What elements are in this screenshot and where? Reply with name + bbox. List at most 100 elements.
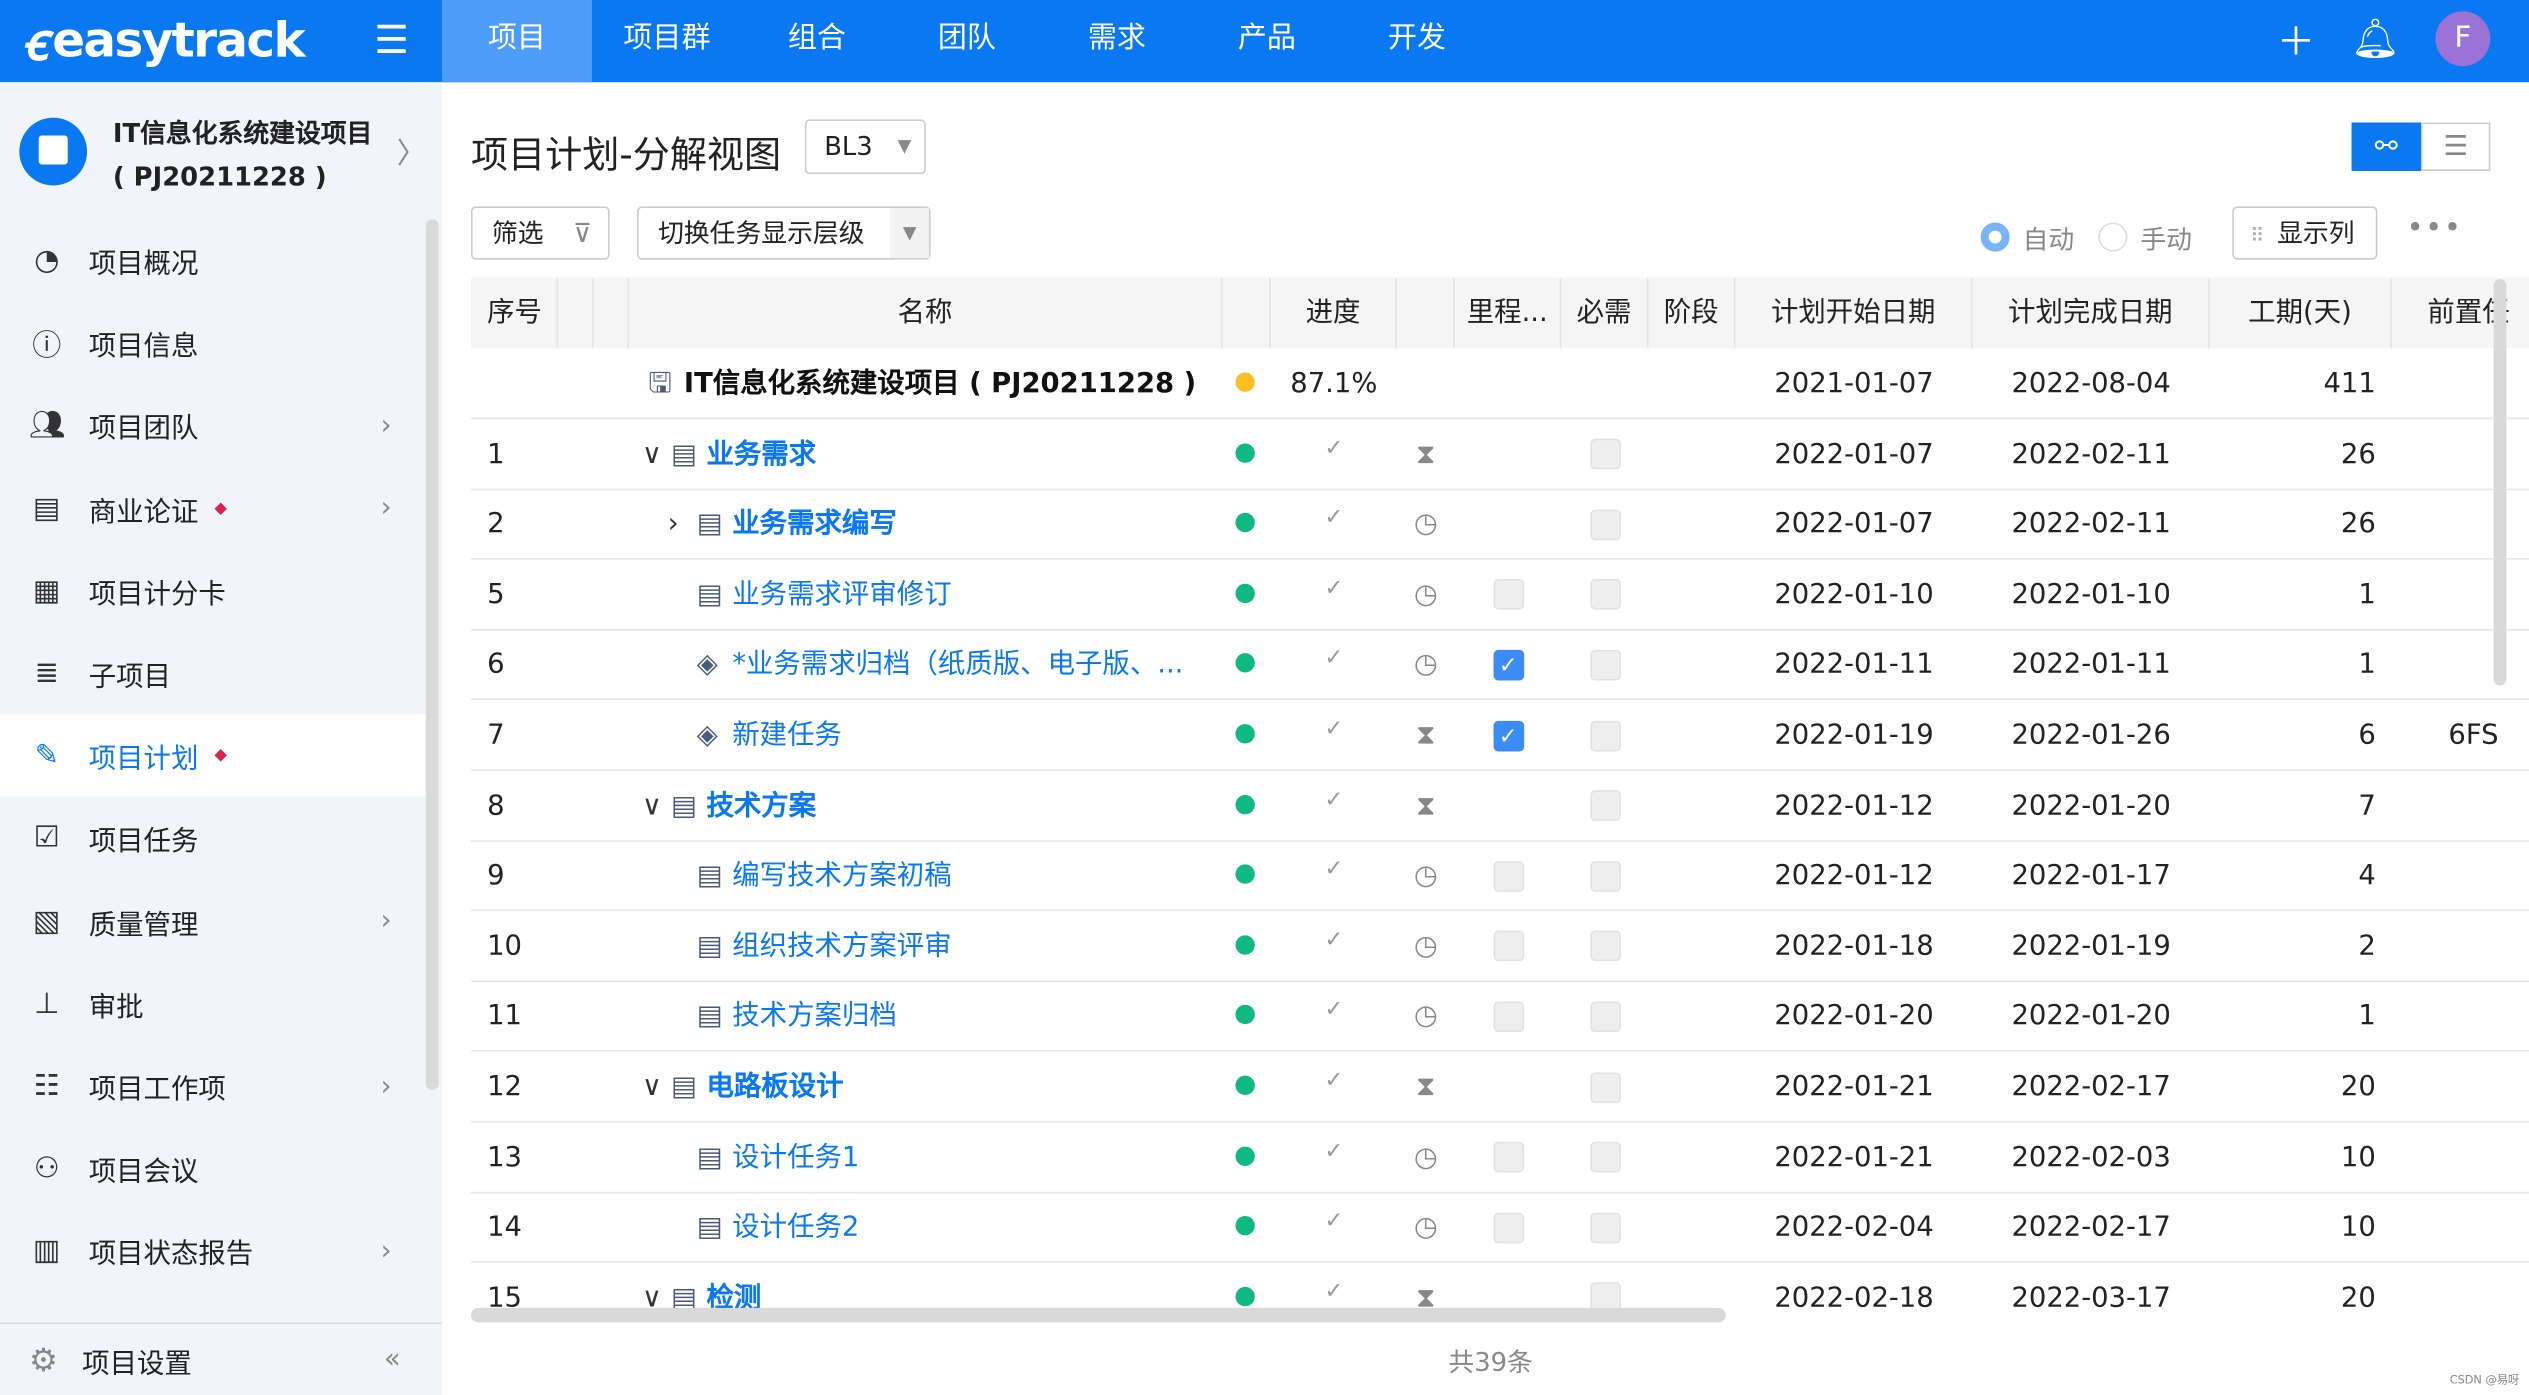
- column-header[interactable]: 必需: [1561, 277, 1649, 349]
- horizontal-scrollbar[interactable]: [470, 1307, 1726, 1323]
- baseline-select[interactable]: BL3 ▼: [804, 119, 926, 175]
- column-header[interactable]: [558, 277, 594, 349]
- chevron-right-icon[interactable]: ›: [668, 489, 679, 560]
- table-row[interactable]: 5 ▤ 业务需求评审修订 ✓ ◷ 2022-01-10 2022-01-10 1: [470, 559, 2529, 631]
- milestone-checkbox[interactable]: [1492, 1141, 1524, 1173]
- show-columns-button[interactable]: ⠿ 显示列: [2232, 206, 2378, 260]
- more-icon[interactable]: •••: [2406, 211, 2462, 245]
- chevron-right-icon[interactable]: 〉: [397, 131, 426, 173]
- chevron-down-icon[interactable]: ∨: [642, 1051, 662, 1122]
- required-checkbox[interactable]: [1589, 438, 1621, 470]
- table-row[interactable]: 7 ◈ 新建任务 ✓ ⧗ ✓ 2022-01-19 2022-01-26 6 6FS: [470, 700, 2529, 771]
- sidebar-item[interactable]: ▦ 项目计分卡: [0, 550, 426, 632]
- sidebar-item[interactable]: ▧ 质量管理 ›: [0, 880, 426, 962]
- wbs-view-button[interactable]: ⚯: [2351, 122, 2421, 171]
- hamburger-menu-icon[interactable]: ☰: [374, 18, 409, 63]
- nav-tab[interactable]: 团队: [892, 0, 1042, 82]
- nav-tab[interactable]: 组合: [742, 0, 892, 82]
- milestone-checkbox[interactable]: ✓: [1492, 720, 1524, 751]
- nav-tab[interactable]: 需求: [1042, 0, 1192, 82]
- required-checkbox[interactable]: [1589, 931, 1621, 962]
- avatar[interactable]: F: [2435, 10, 2491, 66]
- radio-auto[interactable]: 自动: [1980, 218, 2074, 257]
- table-row[interactable]: 10 ▤ 组织技术方案评审 ✓ ◷ 2022-01-18 2022-01-19 2: [470, 911, 2529, 982]
- sidebar-item-settings[interactable]: ⚙ 项目设置 «: [0, 1322, 442, 1395]
- table-row[interactable]: 14 ▤ 设计任务2 ✓ ◷ 2022-02-04 2022-02-17 10: [470, 1192, 2529, 1264]
- column-header[interactable]: [1397, 277, 1455, 349]
- plus-icon[interactable]: ＋: [2277, 10, 2316, 66]
- required-checkbox[interactable]: [1589, 1001, 1621, 1032]
- column-header[interactable]: 阶段: [1648, 277, 1736, 349]
- column-header[interactable]: 里程...: [1455, 277, 1562, 349]
- table-row[interactable]: 6 ◈ *业务需求归档（纸质版、电子版、... ✓ ◷ ✓ 2022-01-11 2022-0…: [470, 630, 2529, 701]
- column-header[interactable]: 进度: [1271, 277, 1397, 349]
- logo[interactable]: ꞓ easytrack: [23, 6, 306, 75]
- nav-tab[interactable]: 产品: [1192, 0, 1342, 82]
- chevron-down-icon[interactable]: ∨: [642, 770, 662, 841]
- nav-tab[interactable]: 项目群: [592, 0, 742, 82]
- task-name[interactable]: IT信息化系统建设项目 ( PJ20211228 ): [684, 348, 1196, 419]
- column-header[interactable]: 工期(天): [2210, 277, 2392, 349]
- milestone-checkbox[interactable]: [1492, 860, 1524, 892]
- task-name[interactable]: 业务需求评审修订: [732, 559, 951, 630]
- column-header[interactable]: 计划开始日期: [1735, 277, 1973, 349]
- task-name[interactable]: 设计任务2: [732, 1192, 859, 1263]
- sidebar-item[interactable]: ◔ 项目概况: [0, 219, 426, 301]
- nav-tab[interactable]: 项目: [441, 0, 592, 83]
- task-name[interactable]: 组织技术方案评审: [732, 911, 951, 982]
- required-checkbox[interactable]: [1589, 790, 1621, 822]
- task-name[interactable]: 电路板设计: [706, 1051, 843, 1122]
- sidebar-item[interactable]: ⊥ 审批: [0, 962, 426, 1044]
- sidebar-scrollbar[interactable]: [425, 219, 439, 1091]
- sidebar-item[interactable]: 👥︎ 项目团队 ›: [0, 384, 426, 466]
- table-row[interactable]: 15 ∨ ▤ 检测 ✓ ⧗ 2022-02-18 2022-03-17 20: [471, 1262, 2529, 1314]
- vertical-scrollbar[interactable]: [2493, 278, 2507, 686]
- table-row[interactable]: 11 ▤ 技术方案归档 ✓ ◷ 2022-01-20 2022-01-20 1: [470, 981, 2529, 1053]
- milestone-checkbox[interactable]: [1492, 1212, 1524, 1243]
- level-select[interactable]: 切换任务显示层级 ▼: [637, 206, 931, 260]
- filter-button[interactable]: 筛选 ⊽: [470, 206, 610, 260]
- chevron-down-icon[interactable]: ∨: [642, 1262, 662, 1314]
- task-name[interactable]: 检测: [706, 1262, 761, 1314]
- nav-tab[interactable]: 开发: [1342, 0, 1492, 82]
- sidebar-item[interactable]: ▤ 商业论证 ◆ ›: [0, 467, 426, 549]
- sidebar-item[interactable]: ☑ 项目任务: [0, 797, 426, 879]
- required-checkbox[interactable]: [1589, 1141, 1621, 1173]
- required-checkbox[interactable]: [1589, 1071, 1621, 1103]
- task-name[interactable]: 编写技术方案初稿: [732, 841, 951, 912]
- table-row[interactable]: 13 ▤ 设计任务1 ✓ ◷ 2022-01-21 2022-02-03 10: [470, 1122, 2529, 1193]
- task-name[interactable]: *业务需求归档（纸质版、电子版、...: [732, 630, 1183, 701]
- milestone-checkbox[interactable]: [1492, 579, 1524, 611]
- sidebar-item[interactable]: ☷ 项目工作项 ›: [0, 1045, 426, 1127]
- sidebar-item[interactable]: ⚇ 项目会议: [0, 1128, 426, 1210]
- milestone-checkbox[interactable]: [1492, 1001, 1524, 1032]
- bell-icon[interactable]: 🔔︎: [2351, 15, 2400, 60]
- milestone-checkbox[interactable]: ✓: [1492, 649, 1524, 681]
- required-checkbox[interactable]: [1589, 649, 1621, 681]
- column-header[interactable]: [1223, 277, 1271, 349]
- task-name[interactable]: 业务需求: [706, 419, 816, 490]
- required-checkbox[interactable]: [1589, 860, 1621, 892]
- column-header[interactable]: 计划完成日期: [1973, 277, 2210, 349]
- sidebar-item[interactable]: ≣ 子项目: [0, 632, 426, 714]
- required-checkbox[interactable]: [1589, 579, 1621, 611]
- table-row[interactable]: 9 ▤ 编写技术方案初稿 ✓ ◷ 2022-01-12 2022-01-17 4: [470, 841, 2529, 912]
- collapse-icon[interactable]: «: [384, 1343, 401, 1375]
- task-name[interactable]: 设计任务1: [732, 1122, 859, 1193]
- table-row[interactable]: 2 › ▤ 业务需求编写 ✓ ◷ 2022-01-07 2022-02-11 26: [470, 489, 2529, 560]
- radio-manual[interactable]: 手动: [2098, 218, 2192, 257]
- task-name[interactable]: 技术方案: [706, 770, 816, 841]
- column-header[interactable]: 前置任: [2392, 277, 2529, 348]
- gantt-view-button[interactable]: ☰: [2420, 122, 2491, 171]
- table-row[interactable]: 12 ∨ ▤ 电路板设计 ✓ ⧗ 2022-01-21 2022-02-17 20: [470, 1051, 2529, 1123]
- table-row[interactable]: 8 ∨ ▤ 技术方案 ✓ ⧗ 2022-01-12 2022-01-20 7: [470, 770, 2529, 842]
- column-header[interactable]: [594, 277, 630, 349]
- table-row[interactable]: 1 ∨ ▤ 业务需求 ✓ ⧗ 2022-01-07 2022-02-11 26: [470, 419, 2529, 490]
- required-checkbox[interactable]: [1589, 509, 1621, 540]
- task-name[interactable]: 业务需求编写: [732, 489, 897, 560]
- task-name[interactable]: 技术方案归档: [732, 981, 897, 1052]
- required-checkbox[interactable]: [1589, 720, 1621, 751]
- chevron-down-icon[interactable]: ∨: [642, 419, 662, 490]
- column-header[interactable]: 名称: [629, 277, 1223, 349]
- project-header[interactable]: IT信息化系统建设项目 ( PJ20211228 ): [19, 111, 387, 198]
